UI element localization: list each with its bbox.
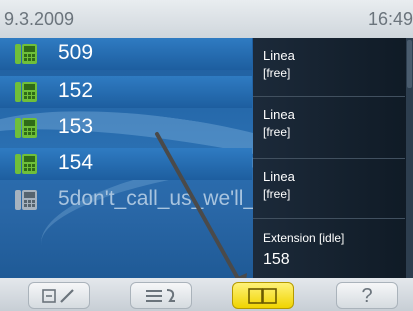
extension-cell: Extension [idle] 158 [253, 218, 405, 277]
list-icon [146, 288, 175, 302]
softkey-bar: ? [0, 278, 413, 311]
list-softkey[interactable] [130, 282, 192, 309]
help-softkey[interactable]: ? [336, 282, 398, 309]
line-number: 153 [58, 115, 94, 138]
line-status-panel: Linea [free] Linea [free] Linea [free] E… [253, 38, 413, 278]
edit-icon [42, 288, 74, 303]
panel-state: [free] [263, 187, 291, 201]
scroll-thumb[interactable] [407, 40, 412, 88]
desk-phone-icon [15, 82, 37, 102]
panel-title: Linea [263, 48, 295, 63]
line-number: 154 [58, 151, 94, 174]
desk-phone-icon [15, 154, 37, 174]
panel-scrollbar[interactable] [406, 38, 413, 278]
help-icon: ? [361, 285, 373, 307]
desk-phone-icon [15, 44, 37, 64]
desk-phone-icon [15, 118, 37, 138]
line-key-152[interactable]: 152 [0, 76, 252, 108]
phone-screen: 9.3.2009 16:49 509 152 153 154 5don't_ca… [0, 0, 413, 311]
extension-number: 158 [263, 251, 290, 268]
panel-state: [free] [263, 125, 291, 139]
status-bar: 9.3.2009 16:49 [0, 0, 413, 38]
panel-cell: Linea [free] [253, 96, 405, 155]
extension-title: Extension [idle] [263, 231, 345, 245]
edit-softkey[interactable] [28, 282, 90, 309]
panel-cell: Linea [free] [253, 158, 405, 217]
line-number: 509 [58, 41, 94, 64]
line-key-153[interactable]: 153 [0, 112, 252, 144]
panel-title: Linea [263, 107, 295, 122]
phonebook-icon [248, 287, 277, 304]
line-number: 152 [58, 79, 94, 102]
panel-state: [free] [263, 66, 291, 80]
phonebook-softkey[interactable] [232, 282, 294, 309]
line-key-154[interactable]: 154 [0, 148, 252, 180]
panel-cell: Linea [free] [253, 38, 405, 96]
panel-title: Linea [263, 169, 295, 184]
line-key-509[interactable]: 509 [0, 38, 252, 70]
time-display: 16:49 [367, 9, 413, 29]
line-area: 509 152 153 154 5don't_call_us_we'll_cal… [0, 38, 413, 278]
date-display: 9.3.2009 [4, 9, 75, 29]
desk-phone-icon [15, 190, 37, 210]
